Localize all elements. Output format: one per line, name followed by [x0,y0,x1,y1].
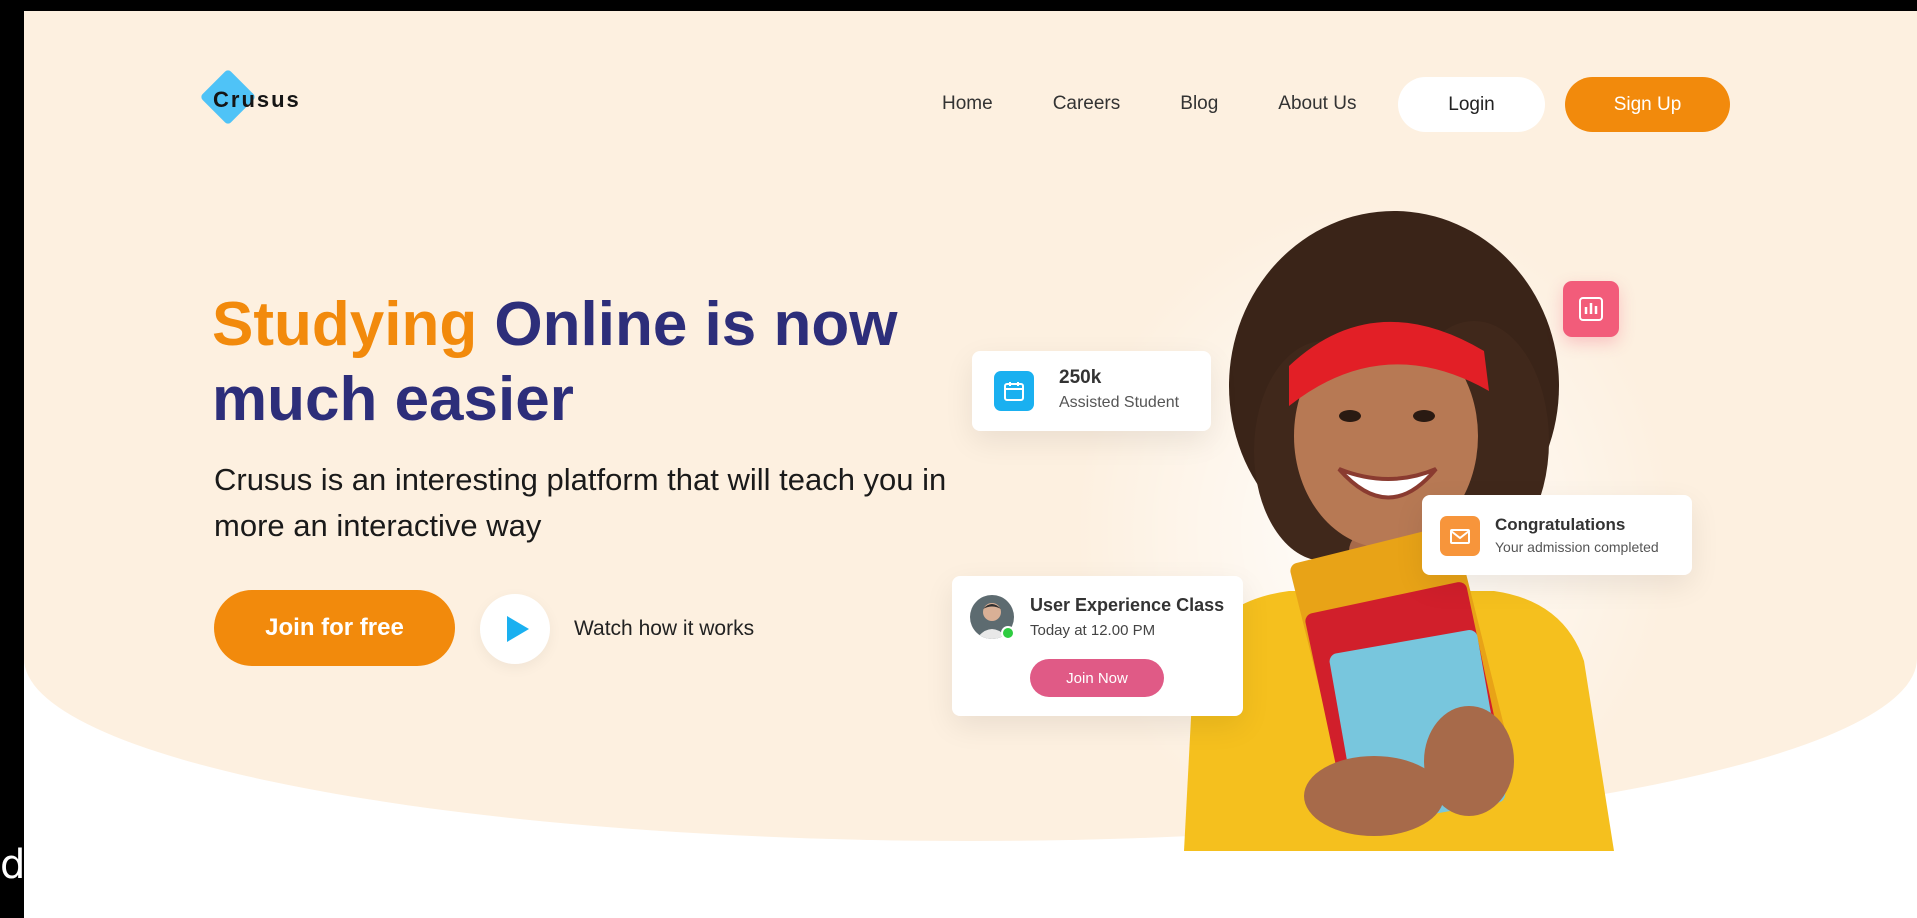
hero-subtext: Crusus is an interesting platform that w… [214,462,947,543]
login-button[interactable]: Login [1398,77,1545,132]
congrats-subtitle: Your admission completed [1495,539,1659,555]
edge-fragment-text: d [0,842,26,888]
stat-label: Assisted Student [1059,394,1180,411]
calendar-icon [994,371,1034,411]
logo[interactable]: Crusus [199,68,320,133]
hero-headline: Studying Online is now much easier [212,287,972,437]
bar-chart-icon [1563,281,1619,337]
stat-value: 250k [1059,367,1102,388]
congratulations-card: Congratulations Your admission completed [1422,495,1692,575]
headline-accent: Studying [212,290,478,359]
play-icon [507,616,529,642]
class-card: User Experience Class Today at 12.00 PM … [952,576,1243,716]
nav-home[interactable]: Home [942,93,993,115]
nav-about-us[interactable]: About Us [1278,93,1356,115]
join-for-free-button[interactable]: Join for free [214,590,455,666]
congrats-title: Congratulations [1495,515,1626,534]
join-now-button[interactable]: Join Now [1030,659,1164,697]
nav-careers[interactable]: Careers [1053,93,1121,115]
online-status-dot [1001,626,1015,640]
logo-text: Crusus [213,87,301,112]
main-nav: Home Careers Blog About Us [942,77,1356,131]
nav-blog[interactable]: Blog [1180,93,1218,115]
assisted-students-card: 250k Assisted Student [972,351,1211,431]
mail-icon [1440,516,1480,556]
class-time: Today at 12.00 PM [1030,622,1156,639]
page-frame: Crusus Home Careers Blog About Us Login … [24,11,1917,918]
play-button[interactable] [480,594,550,664]
watch-label: Watch how it works [574,617,755,640]
watch-video-link[interactable]: Watch how it works [480,594,754,664]
signup-button[interactable]: Sign Up [1565,77,1730,132]
class-title: User Experience Class [1030,595,1225,615]
